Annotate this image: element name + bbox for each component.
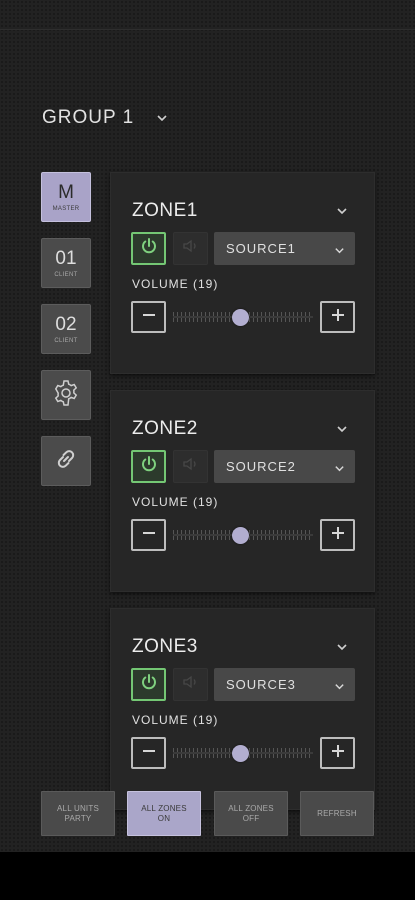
power-icon (139, 454, 159, 479)
zones-off-label-line1: ALL ZONES (228, 803, 274, 813)
volume-label: VOLUME (19) (132, 495, 219, 509)
client-01-label: 01 (55, 247, 77, 269)
zone-name: ZONE1 (132, 200, 198, 221)
plus-icon (329, 742, 347, 765)
slider-thumb[interactable] (232, 527, 250, 544)
mute-button[interactable] (173, 232, 208, 265)
zones-on-label-line2: ON (157, 813, 171, 823)
plus-icon (329, 306, 347, 329)
party-label-line1: ALL UNITS (57, 803, 99, 813)
master-unit-caption: MASTER (52, 205, 80, 212)
volume-down-button[interactable] (131, 301, 166, 333)
volume-up-button[interactable] (320, 519, 355, 551)
client-02-label: 02 (55, 313, 77, 335)
party-label-line2: PARTY (64, 813, 92, 823)
group-selector[interactable]: GROUP 1 (42, 106, 168, 130)
mute-button[interactable] (173, 450, 208, 483)
plus-icon (329, 524, 347, 547)
zone-name: ZONE3 (132, 636, 198, 657)
zone-card: ZONE2 SOURCE2 VOLUME (19) (110, 390, 375, 592)
chevron-down-icon[interactable] (336, 640, 348, 652)
power-button[interactable] (131, 232, 166, 265)
chevron-down-icon (334, 243, 345, 254)
master-unit-button[interactable]: M MASTER (41, 172, 91, 222)
chevron-down-icon (156, 112, 168, 124)
mute-button[interactable] (173, 668, 208, 701)
volume-slider[interactable] (173, 526, 313, 544)
zone-name: ZONE2 (132, 418, 198, 439)
all-zones-off-button[interactable]: ALL ZONES OFF (214, 791, 288, 836)
all-units-party-button[interactable]: ALL UNITS PARTY (41, 791, 115, 836)
zone-card: ZONE1 SOURCE1 VOLUME (19) (110, 172, 375, 374)
link-icon (51, 444, 81, 479)
speaker-icon (181, 454, 201, 479)
client-02-caption: CLIENT (54, 337, 78, 344)
source-value: SOURCE3 (226, 677, 296, 692)
source-value: SOURCE1 (226, 241, 296, 256)
chevron-down-icon[interactable] (336, 422, 348, 434)
power-icon (139, 236, 159, 261)
minus-icon (140, 742, 158, 765)
top-bar (0, 0, 415, 30)
refresh-label: REFRESH (317, 808, 357, 818)
source-select[interactable]: SOURCE1 (214, 232, 355, 265)
zone-card: ZONE3 SOURCE3 VOLUME (19) (110, 608, 375, 810)
volume-label: VOLUME (19) (132, 277, 219, 291)
client-02-button[interactable]: 02 CLIENT (41, 304, 91, 354)
settings-button[interactable] (41, 370, 91, 420)
client-01-caption: CLIENT (54, 271, 78, 278)
speaker-icon (181, 236, 201, 261)
master-unit-label: M (58, 181, 74, 203)
volume-up-button[interactable] (320, 301, 355, 333)
slider-thumb[interactable] (232, 745, 250, 762)
chevron-down-icon[interactable] (336, 204, 348, 216)
zones-on-label-line1: ALL ZONES (141, 803, 187, 813)
minus-icon (140, 524, 158, 547)
all-zones-on-button[interactable]: ALL ZONES ON (127, 791, 201, 836)
gear-icon (51, 378, 81, 413)
zones-off-label-line2: OFF (242, 813, 260, 823)
volume-slider[interactable] (173, 744, 313, 762)
group-title: GROUP 1 (42, 107, 135, 128)
source-select[interactable]: SOURCE2 (214, 450, 355, 483)
refresh-button[interactable]: REFRESH (300, 791, 374, 836)
source-select[interactable]: SOURCE3 (214, 668, 355, 701)
link-button[interactable] (41, 436, 91, 486)
volume-down-button[interactable] (131, 737, 166, 769)
power-button[interactable] (131, 450, 166, 483)
minus-icon (140, 306, 158, 329)
volume-slider[interactable] (173, 308, 313, 326)
power-icon (139, 672, 159, 697)
volume-up-button[interactable] (320, 737, 355, 769)
volume-label: VOLUME (19) (132, 713, 219, 727)
volume-down-button[interactable] (131, 519, 166, 551)
power-button[interactable] (131, 668, 166, 701)
client-01-button[interactable]: 01 CLIENT (41, 238, 91, 288)
slider-thumb[interactable] (232, 309, 250, 326)
chevron-down-icon (334, 679, 345, 690)
app-screen: GROUP 1 M MASTER 01 CLIENT 02 CLIENT ZON… (0, 0, 415, 852)
speaker-icon (181, 672, 201, 697)
source-value: SOURCE2 (226, 459, 296, 474)
chevron-down-icon (334, 461, 345, 472)
